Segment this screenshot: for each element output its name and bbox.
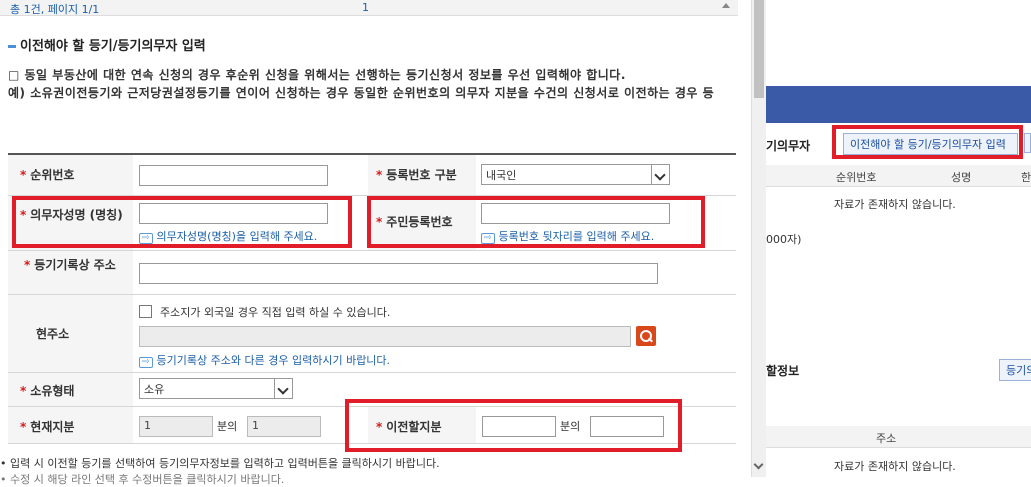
instruction-2: • 수정 시 해당 라인 선택 후 수정버튼을 클릭하시기 바랍니다. bbox=[0, 473, 285, 486]
highlight-resident-number bbox=[367, 196, 705, 248]
empty-message-2: 자료가 존재하지 않습니다. bbox=[834, 460, 956, 473]
form-row-reg-address: * 등기기록상 주소 bbox=[8, 251, 736, 295]
total-count: 총 1건, 페이지 1/1 bbox=[10, 3, 100, 16]
cur-address-input[interactable] bbox=[139, 326, 631, 347]
cur-share-of: 분의 bbox=[217, 420, 238, 433]
highlight-transfer-share bbox=[345, 399, 682, 452]
chevron-down-icon bbox=[274, 379, 292, 398]
page-number[interactable]: 1 bbox=[362, 1, 369, 14]
next-button-edge[interactable] bbox=[1024, 133, 1031, 153]
bullet-icon bbox=[8, 45, 16, 48]
foreign-address-checkbox[interactable] bbox=[139, 305, 152, 318]
obligor-form: * 순위번호 * 등록번호 구분 내국인 * 의무자성명 (명칭) ⇨ 의무자성명(명칭… bbox=[8, 153, 736, 444]
cur-share-label: * 현재지분 bbox=[8, 407, 133, 443]
background-panel: 기의무자 이전해야 할 등기/등기의무자 입력 순위번호 성명 한 자료가 존재… bbox=[766, 0, 1031, 477]
highlight-enter-button bbox=[832, 125, 1023, 159]
chevron-down-icon bbox=[651, 165, 669, 184]
col-name: 성명 bbox=[951, 171, 972, 184]
arrow-icon: ⇨ bbox=[139, 357, 153, 368]
ownership-label: * 소유형태 bbox=[8, 373, 133, 406]
col-rank: 순위번호 bbox=[836, 171, 877, 184]
scroll-up-icon[interactable] bbox=[722, 3, 730, 8]
scroll-down-icon[interactable] bbox=[753, 459, 764, 470]
rank-label: * 순위번호 bbox=[8, 155, 133, 195]
scrollbar-thumb[interactable] bbox=[754, 0, 764, 98]
obligor-table-header: 순위번호 성명 한 bbox=[766, 165, 1031, 187]
vertical-scrollbar[interactable] bbox=[751, 0, 766, 477]
form-row-rank: * 순위번호 * 등록번호 구분 내국인 bbox=[8, 155, 736, 196]
reg-address-input[interactable] bbox=[139, 263, 658, 284]
address-table-header: 주소 bbox=[766, 426, 1031, 448]
cur-address-label: 현주소 bbox=[8, 295, 133, 372]
char-limit-text: 000자) bbox=[766, 233, 802, 246]
notice-text: □ 동일 부동산에 대한 연속 신청의 경우 후순위 신청을 위해서는 선행하는… bbox=[8, 68, 715, 100]
cur-address-hint: ⇨ 등기기록상 주소와 다른 경우 입력하시기 바랍니다. bbox=[139, 352, 390, 368]
col-partial: 한 bbox=[1021, 171, 1031, 184]
search-icon[interactable] bbox=[636, 326, 656, 346]
ownership-select[interactable]: 소유 bbox=[139, 378, 293, 399]
info-section-label: 할정보 bbox=[766, 364, 800, 378]
obligor-section-label: 기의무자 bbox=[766, 139, 811, 153]
col-address: 주소 bbox=[876, 432, 897, 445]
instruction-1: • 입력 시 이전할 등기를 선택하여 등기의무자정보를 입력하고 입력버튼을 … bbox=[0, 457, 440, 470]
form-row-cur-address: 현주소 주소지가 외국일 경우 직접 입력 하실 수 있습니다. ⇨ 등기기록상 … bbox=[8, 295, 736, 373]
empty-message-1: 자료가 존재하지 않습니다. bbox=[834, 198, 956, 211]
section-title: 이전해야 할 등기/등기의무자 입력 bbox=[8, 35, 206, 54]
reg-address-label: * 등기기록상 주소 bbox=[8, 251, 133, 294]
register-button[interactable]: 등기의 bbox=[999, 359, 1031, 381]
foreign-address-text: 주소지가 외국일 경우 직접 입력 하실 수 있습니다. bbox=[160, 306, 391, 319]
cur-share-numerator: 1 bbox=[139, 416, 213, 437]
panel-header-bar bbox=[766, 86, 1031, 123]
highlight-obligor-name bbox=[12, 196, 352, 248]
cur-share-denominator: 1 bbox=[247, 416, 321, 437]
regnum-type-select[interactable]: 내국인 bbox=[481, 164, 670, 185]
pagination-bar: 총 1건, 페이지 1/1 1 bbox=[0, 0, 738, 16]
rank-input[interactable] bbox=[139, 165, 328, 186]
regnum-type-label: * 등록번호 구분 bbox=[368, 155, 476, 195]
